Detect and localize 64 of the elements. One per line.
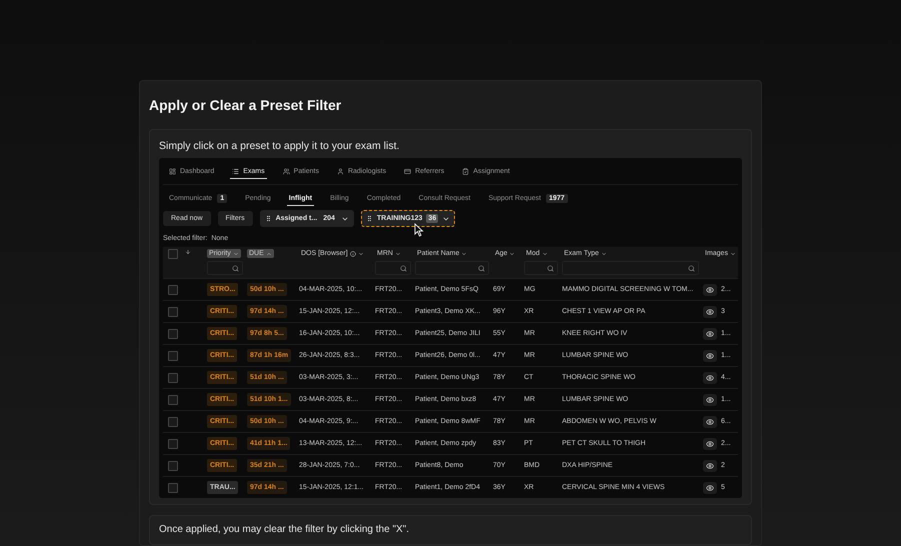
- column-filter-field[interactable]: [562, 261, 699, 275]
- instruction-text: Once applied, you may clear the filter by clicking the "X".: [159, 524, 410, 535]
- download-icon[interactable]: [185, 249, 191, 255]
- chevron-down-icon: [542, 250, 548, 256]
- dashboard-icon: [169, 168, 176, 174]
- info-icon: [350, 250, 356, 256]
- view-images-button[interactable]: [703, 328, 717, 340]
- eye-icon: [706, 352, 714, 360]
- chevron-down-icon: [232, 250, 239, 256]
- row-checkbox[interactable]: [168, 328, 178, 338]
- chevron-down-icon: [394, 250, 401, 256]
- eye-icon: [706, 462, 714, 470]
- eye-icon: [706, 374, 714, 382]
- drag-handle-icon: [366, 215, 373, 222]
- view-images-button[interactable]: [703, 460, 717, 472]
- search-icon: [400, 264, 407, 272]
- search-icon: [547, 264, 554, 272]
- eye-icon: [706, 418, 714, 426]
- drag-handle-icon: [264, 215, 272, 222]
- row-checkbox[interactable]: [168, 372, 178, 382]
- chevron-up-icon: [266, 250, 272, 256]
- row-checkbox[interactable]: [168, 482, 178, 492]
- column-filter-field[interactable]: [375, 261, 411, 275]
- view-images-button[interactable]: [703, 482, 717, 494]
- view-images-button[interactable]: [703, 394, 717, 406]
- row-checkbox[interactable]: [168, 460, 178, 470]
- column-filter-field[interactable]: [524, 261, 558, 275]
- search-icon: [478, 264, 485, 272]
- mouse-pointer-icon: [414, 223, 424, 237]
- chevron-down-icon: [461, 250, 468, 256]
- row-checkbox[interactable]: [168, 416, 178, 426]
- person-icon: [336, 168, 344, 174]
- chevron-down-icon: [358, 250, 364, 256]
- eye-icon: [706, 484, 714, 492]
- eye-icon: [706, 396, 714, 404]
- select-all-checkbox[interactable]: [168, 249, 178, 259]
- chevron-down-icon: [730, 250, 736, 256]
- people-icon: [282, 168, 290, 174]
- row-checkbox[interactable]: [168, 284, 178, 294]
- clipboard-icon: [462, 168, 470, 174]
- search-icon: [232, 264, 239, 272]
- view-images-button[interactable]: [703, 306, 717, 318]
- id-card-icon: [404, 168, 412, 174]
- instruction-text: Simply click on a preset to apply it to your exam list.: [159, 140, 400, 152]
- eye-icon: [706, 286, 714, 294]
- eye-icon: [706, 440, 714, 448]
- list-icon: [232, 168, 240, 174]
- search-icon: [688, 264, 695, 272]
- view-images-button[interactable]: [703, 372, 717, 384]
- chevron-down-icon: [600, 250, 607, 256]
- column-filter-field[interactable]: [415, 261, 489, 275]
- view-images-button[interactable]: [703, 284, 717, 296]
- page-title: Apply or Clear a Preset Filter: [149, 97, 342, 115]
- row-checkbox[interactable]: [168, 394, 178, 404]
- eye-icon: [706, 308, 714, 316]
- view-images-button[interactable]: [703, 416, 717, 428]
- eye-icon: [706, 330, 714, 338]
- column-filter-field[interactable]: [207, 261, 243, 275]
- row-checkbox[interactable]: [168, 350, 178, 360]
- view-images-button[interactable]: [703, 438, 717, 450]
- view-images-button[interactable]: [703, 350, 717, 362]
- row-checkbox[interactable]: [168, 306, 178, 316]
- row-checkbox[interactable]: [168, 438, 178, 448]
- chevron-down-icon: [509, 250, 516, 256]
